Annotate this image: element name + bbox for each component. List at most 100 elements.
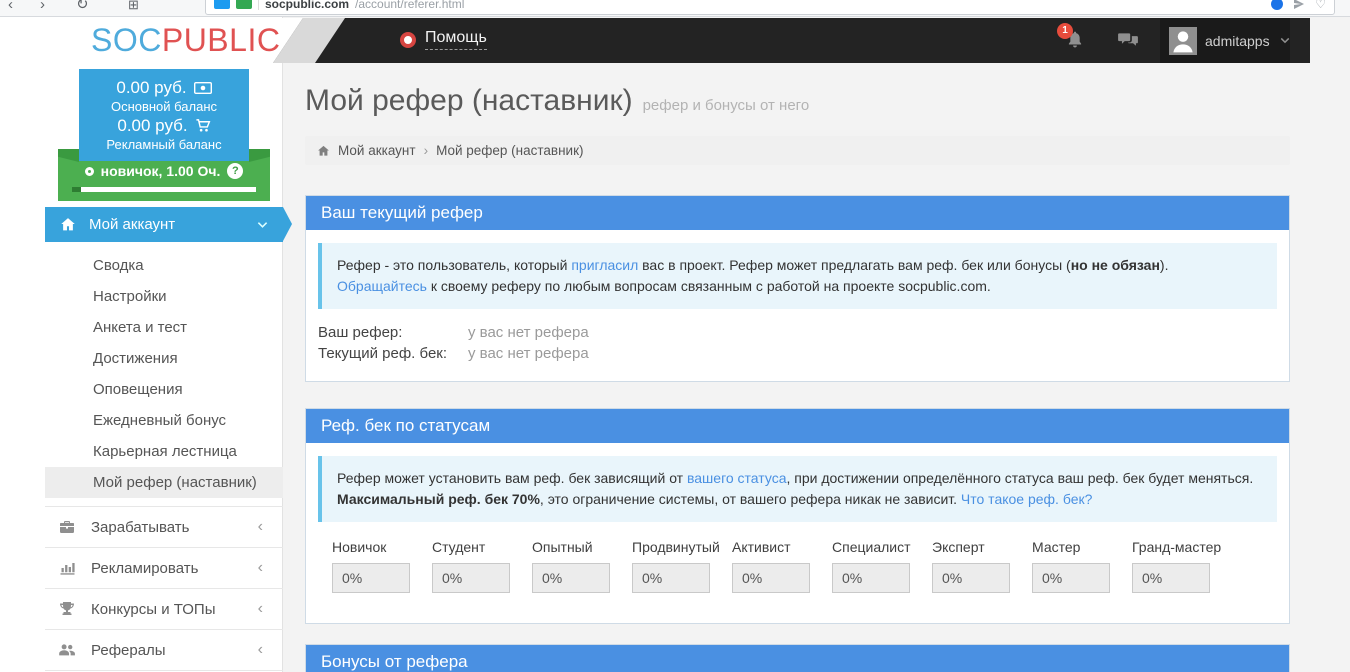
- browser-reload-icon[interactable]: ↻: [76, 0, 89, 16]
- status-percent: 0%: [432, 563, 510, 593]
- info-bold: Максимальный реф. бек 70%: [337, 491, 540, 507]
- info-bold: но не обязан: [1071, 257, 1160, 273]
- status-col-experienced: Опытный 0%: [532, 539, 632, 593]
- sidebar-item-summary[interactable]: Сводка: [45, 250, 283, 281]
- refback-label: Текущий реф. бек:: [318, 343, 468, 364]
- share-icon[interactable]: [1293, 0, 1305, 10]
- trophy-icon: [58, 601, 76, 617]
- status-col-master: Мастер 0%: [1032, 539, 1132, 593]
- person-icon: [1169, 27, 1197, 55]
- sidebar-item-my-referer[interactable]: Мой рефер (наставник): [45, 467, 283, 498]
- user-menu[interactable]: admitapps: [1160, 18, 1290, 63]
- adv-balance-amount: 0.00 руб.: [79, 115, 249, 136]
- question-circle-icon[interactable]: ?: [227, 163, 243, 179]
- sidebar-item-alerts[interactable]: Оповещения: [45, 374, 283, 405]
- info-text: вас в проект. Рефер может предлагать вам…: [638, 257, 1070, 273]
- home-icon: [60, 217, 76, 232]
- refback-info-box: Рефер может установить вам реф. бек зави…: [318, 456, 1277, 522]
- status-col-activist: Активист 0%: [732, 539, 832, 593]
- breadcrumb-current: Мой рефер (наставник): [436, 143, 583, 158]
- info-text: , это ограничение системы, от вашего реф…: [540, 491, 961, 507]
- panel-refback-by-status: Реф. бек по статусам Рефер может установ…: [305, 408, 1290, 624]
- chevron-left-icon: ‹: [258, 641, 263, 659]
- chevron-left-icon: ‹: [258, 518, 263, 536]
- sidebar-item-referrals[interactable]: Рефералы ‹: [45, 629, 283, 670]
- status-progress-bar: [72, 187, 256, 192]
- sidebar-item-settings[interactable]: Настройки: [45, 281, 283, 312]
- page-subtitle: рефер и бонусы от него: [643, 97, 810, 114]
- panel-current-referer: Ваш текущий рефер Рефер - это пользовате…: [305, 195, 1290, 382]
- refback-value: у вас нет рефера: [468, 343, 589, 364]
- status-col-specialist: Специалист 0%: [832, 539, 932, 593]
- sidebar-item-my-account[interactable]: Мой аккаунт: [45, 207, 283, 242]
- info-text: , при достижении определённого статуса в…: [786, 470, 1253, 486]
- status-col-novice: Новичок 0%: [332, 539, 432, 593]
- referrals-label: Рефералы: [91, 642, 166, 659]
- main-balance-amount: 0.00 руб.: [79, 77, 249, 98]
- sidebar-item-advertise[interactable]: Рекламировать ‹: [45, 547, 283, 588]
- username: admitapps: [1205, 33, 1270, 49]
- browser-toolbar: ‹ › ↻ ⊞ socpublic.com /account/referer.h…: [0, 0, 1350, 17]
- cart-icon[interactable]: [195, 118, 211, 133]
- status-grid: Новичок 0% Студент 0% Опытный 0% Продвин…: [318, 539, 1277, 593]
- status-percent: 0%: [932, 563, 1010, 593]
- info-text: к своему реферу по любым вопросам связан…: [427, 278, 991, 294]
- sidebar-item-daily-bonus[interactable]: Ежедневный бонус: [45, 405, 283, 436]
- address-bar[interactable]: socpublic.com /account/referer.html ♡: [205, 0, 1335, 15]
- browser-tabs-icon[interactable]: ⊞: [128, 0, 139, 16]
- banknote-icon[interactable]: [194, 82, 212, 94]
- sidebar-item-profile-test[interactable]: Анкета и тест: [45, 312, 283, 343]
- briefcase-icon: [58, 519, 76, 535]
- invited-link[interactable]: пригласил: [571, 257, 638, 273]
- breadcrumb: Мой аккаунт › Мой рефер (наставник): [305, 136, 1290, 165]
- main-balance-value: 0.00 руб.: [116, 77, 186, 98]
- users-icon: [58, 643, 76, 658]
- contests-label: Конкурсы и ТОПы: [91, 601, 215, 618]
- sidebar: 0.00 руб. Основной баланс 0.00 руб. Рекл…: [45, 63, 283, 672]
- status-percent: 0%: [632, 563, 710, 593]
- referer-details: Ваш рефер: у вас нет рефера Текущий реф.…: [318, 322, 1277, 364]
- site-badge-icon[interactable]: [1271, 0, 1283, 10]
- status-name: Активист: [732, 539, 832, 556]
- sidebar-item-career[interactable]: Карьерная лестница: [45, 436, 283, 467]
- sidebar-item-earn[interactable]: Зарабатывать ‹: [45, 506, 283, 547]
- extension-icon-green[interactable]: [236, 0, 252, 9]
- status-col-advanced: Продвинутый 0%: [632, 539, 732, 593]
- referer-info-box: Рефер - это пользователь, который пригла…: [318, 243, 1277, 309]
- status-col-student: Студент 0%: [432, 539, 532, 593]
- your-status-link[interactable]: вашего статуса: [687, 470, 787, 486]
- url-domain: socpublic.com: [265, 0, 349, 11]
- account-submenu: Сводка Настройки Анкета и тест Достижени…: [45, 242, 283, 506]
- messages-button[interactable]: [1117, 30, 1139, 50]
- ribbon-fold-right: [249, 149, 270, 162]
- my-account-label: Мой аккаунт: [89, 216, 175, 233]
- browser-back-icon[interactable]: ‹: [8, 0, 13, 16]
- breadcrumb-account-link[interactable]: Мой аккаунт: [338, 143, 416, 158]
- status-percent: 0%: [332, 563, 410, 593]
- referer-label: Ваш рефер:: [318, 322, 468, 343]
- help-label: Помощь: [425, 29, 487, 50]
- status-col-expert: Эксперт 0%: [932, 539, 1032, 593]
- earn-label: Зарабатывать: [91, 519, 190, 536]
- status-name: Мастер: [1032, 539, 1132, 556]
- sidebar-item-contests[interactable]: Конкурсы и ТОПы ‹: [45, 588, 283, 629]
- what-is-refback-link[interactable]: Что такое реф. бек?: [961, 491, 1092, 507]
- info-text: Рефер - это пользователь, который: [337, 257, 571, 273]
- home-icon[interactable]: [317, 145, 330, 157]
- panel-bonuses: Бонусы от рефера: [305, 644, 1290, 672]
- contact-link[interactable]: Обращайтесь: [337, 278, 427, 294]
- chevron-down-icon: [1280, 37, 1290, 44]
- status-name: Студент: [432, 539, 532, 556]
- adv-balance-value: 0.00 руб.: [117, 115, 187, 136]
- extension-icon-blue[interactable]: [214, 0, 230, 9]
- site-logo[interactable]: SOCPUBLIC: [91, 21, 280, 59]
- browser-forward-icon[interactable]: ›: [40, 0, 45, 16]
- sidebar-item-achievements[interactable]: Достижения: [45, 343, 283, 374]
- help-link[interactable]: Помощь: [400, 29, 487, 50]
- breadcrumb-separator: ›: [424, 143, 429, 158]
- notifications-button[interactable]: 1: [1065, 30, 1085, 50]
- status-ring-icon: [85, 167, 94, 176]
- screen: ‹ › ↻ ⊞ socpublic.com /account/referer.h…: [0, 0, 1350, 672]
- status-col-grandmaster: Гранд-мастер 0%: [1132, 539, 1221, 593]
- favorite-icon[interactable]: ♡: [1315, 0, 1326, 11]
